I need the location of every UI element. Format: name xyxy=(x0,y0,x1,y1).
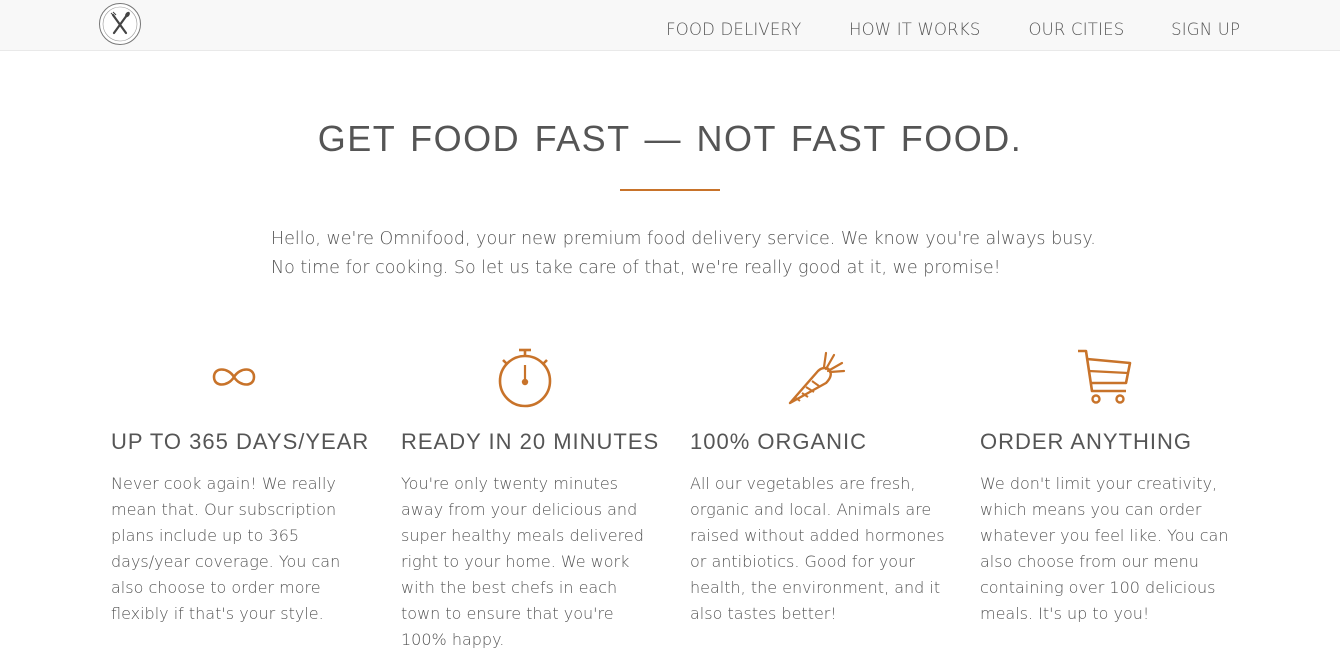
feature-title: 100% ORGANIC xyxy=(690,429,868,454)
feature-text: Never cook again! We really mean that. O… xyxy=(111,474,341,623)
feature-text: You're only twenty minutes away from you… xyxy=(401,474,644,649)
nav-food-delivery[interactable]: FOOD DELIVERY xyxy=(666,20,801,40)
carrot-icon xyxy=(784,345,848,409)
nav-sign-up[interactable]: SIGN UP xyxy=(1171,20,1240,40)
section-headline: GET FOOD FAST — NOT FAST FOOD. xyxy=(317,118,1023,159)
intro-text: Hello, we're Omnifood, your new premium … xyxy=(271,225,1096,283)
intro-line: No time for cooking. So let us take care… xyxy=(271,258,1001,278)
feature-title: ORDER ANYTHING xyxy=(980,429,1193,454)
feature-title: UP TO 365 DAYS/YEAR xyxy=(111,429,370,454)
infinity-icon xyxy=(202,345,266,409)
stopwatch-icon xyxy=(493,345,557,409)
logo[interactable] xyxy=(99,3,141,45)
feature-title: READY IN 20 MINUTES xyxy=(401,429,660,454)
headline-divider xyxy=(620,189,720,191)
fork-knife-logo-icon xyxy=(102,6,138,42)
feature-text: All our vegetables are fresh, organic an… xyxy=(690,474,945,623)
top-navbar: FOOD DELIVERY HOW IT WORKS OUR CITIES SI… xyxy=(0,0,1340,51)
nav-our-cities[interactable]: OUR CITIES xyxy=(1028,20,1124,40)
main-nav: FOOD DELIVERY HOW IT WORKS OUR CITIES SI… xyxy=(664,20,1241,40)
nav-how-it-works[interactable]: HOW IT WORKS xyxy=(849,20,980,40)
cart-icon xyxy=(1074,345,1138,409)
feature-text: We don't limit your creativity, which me… xyxy=(980,474,1229,623)
intro-line: Hello, we're Omnifood, your new premium … xyxy=(271,229,1096,249)
